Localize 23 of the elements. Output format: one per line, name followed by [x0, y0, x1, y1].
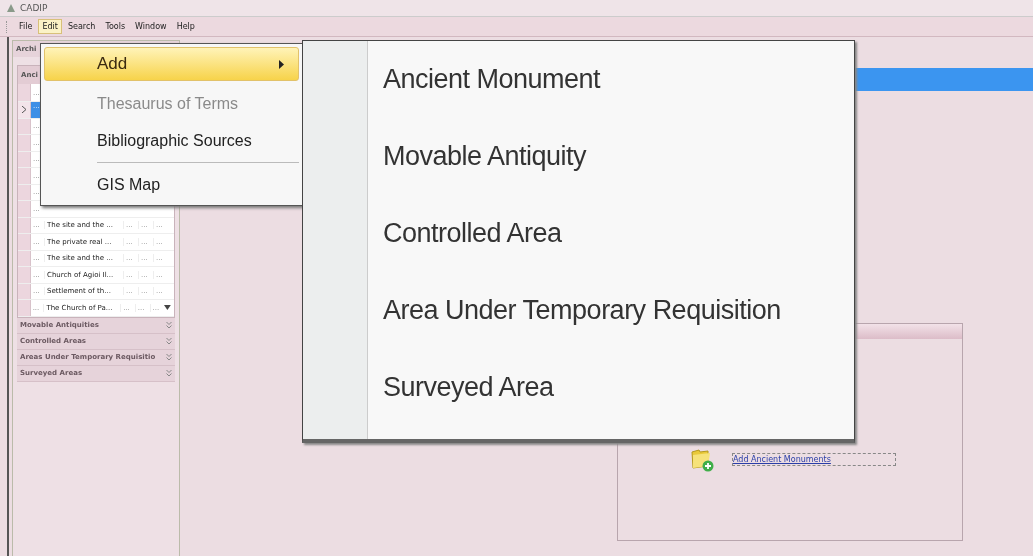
row-header [18, 84, 31, 101]
menu-item[interactable]: File [15, 19, 37, 34]
menu-item[interactable]: Movable Antiquity [303, 118, 854, 195]
menu-item[interactable]: GIS Map [44, 166, 299, 203]
scroll-down-icon[interactable] [164, 305, 171, 311]
window-title: CADIP [20, 3, 48, 13]
menu-item[interactable]: Add [44, 47, 299, 81]
add-folder-icon[interactable] [690, 446, 714, 472]
menu-item[interactable]: Area Under Temporary Requisition [303, 272, 854, 349]
menu-item[interactable]: Edit [38, 19, 62, 34]
row-pointer-icon [22, 106, 26, 114]
add-link[interactable]: Add Ancient Monuments [732, 452, 896, 466]
menu-item[interactable]: Surveyed Area [303, 349, 854, 426]
row-header[interactable] [18, 102, 31, 118]
menu-item[interactable]: Ancient Monument [303, 41, 854, 118]
menu-item[interactable]: Help [172, 19, 199, 34]
menu-item[interactable]: Bibliographic Sources [44, 122, 299, 159]
menu-item[interactable]: Window [131, 19, 171, 34]
menu-item[interactable]: Tools [101, 19, 130, 34]
menu-item[interactable]: Controlled Area [303, 195, 854, 272]
app-icon [6, 3, 16, 13]
menu-item[interactable]: Search [63, 19, 100, 34]
submenu-arrow-icon [279, 59, 284, 69]
